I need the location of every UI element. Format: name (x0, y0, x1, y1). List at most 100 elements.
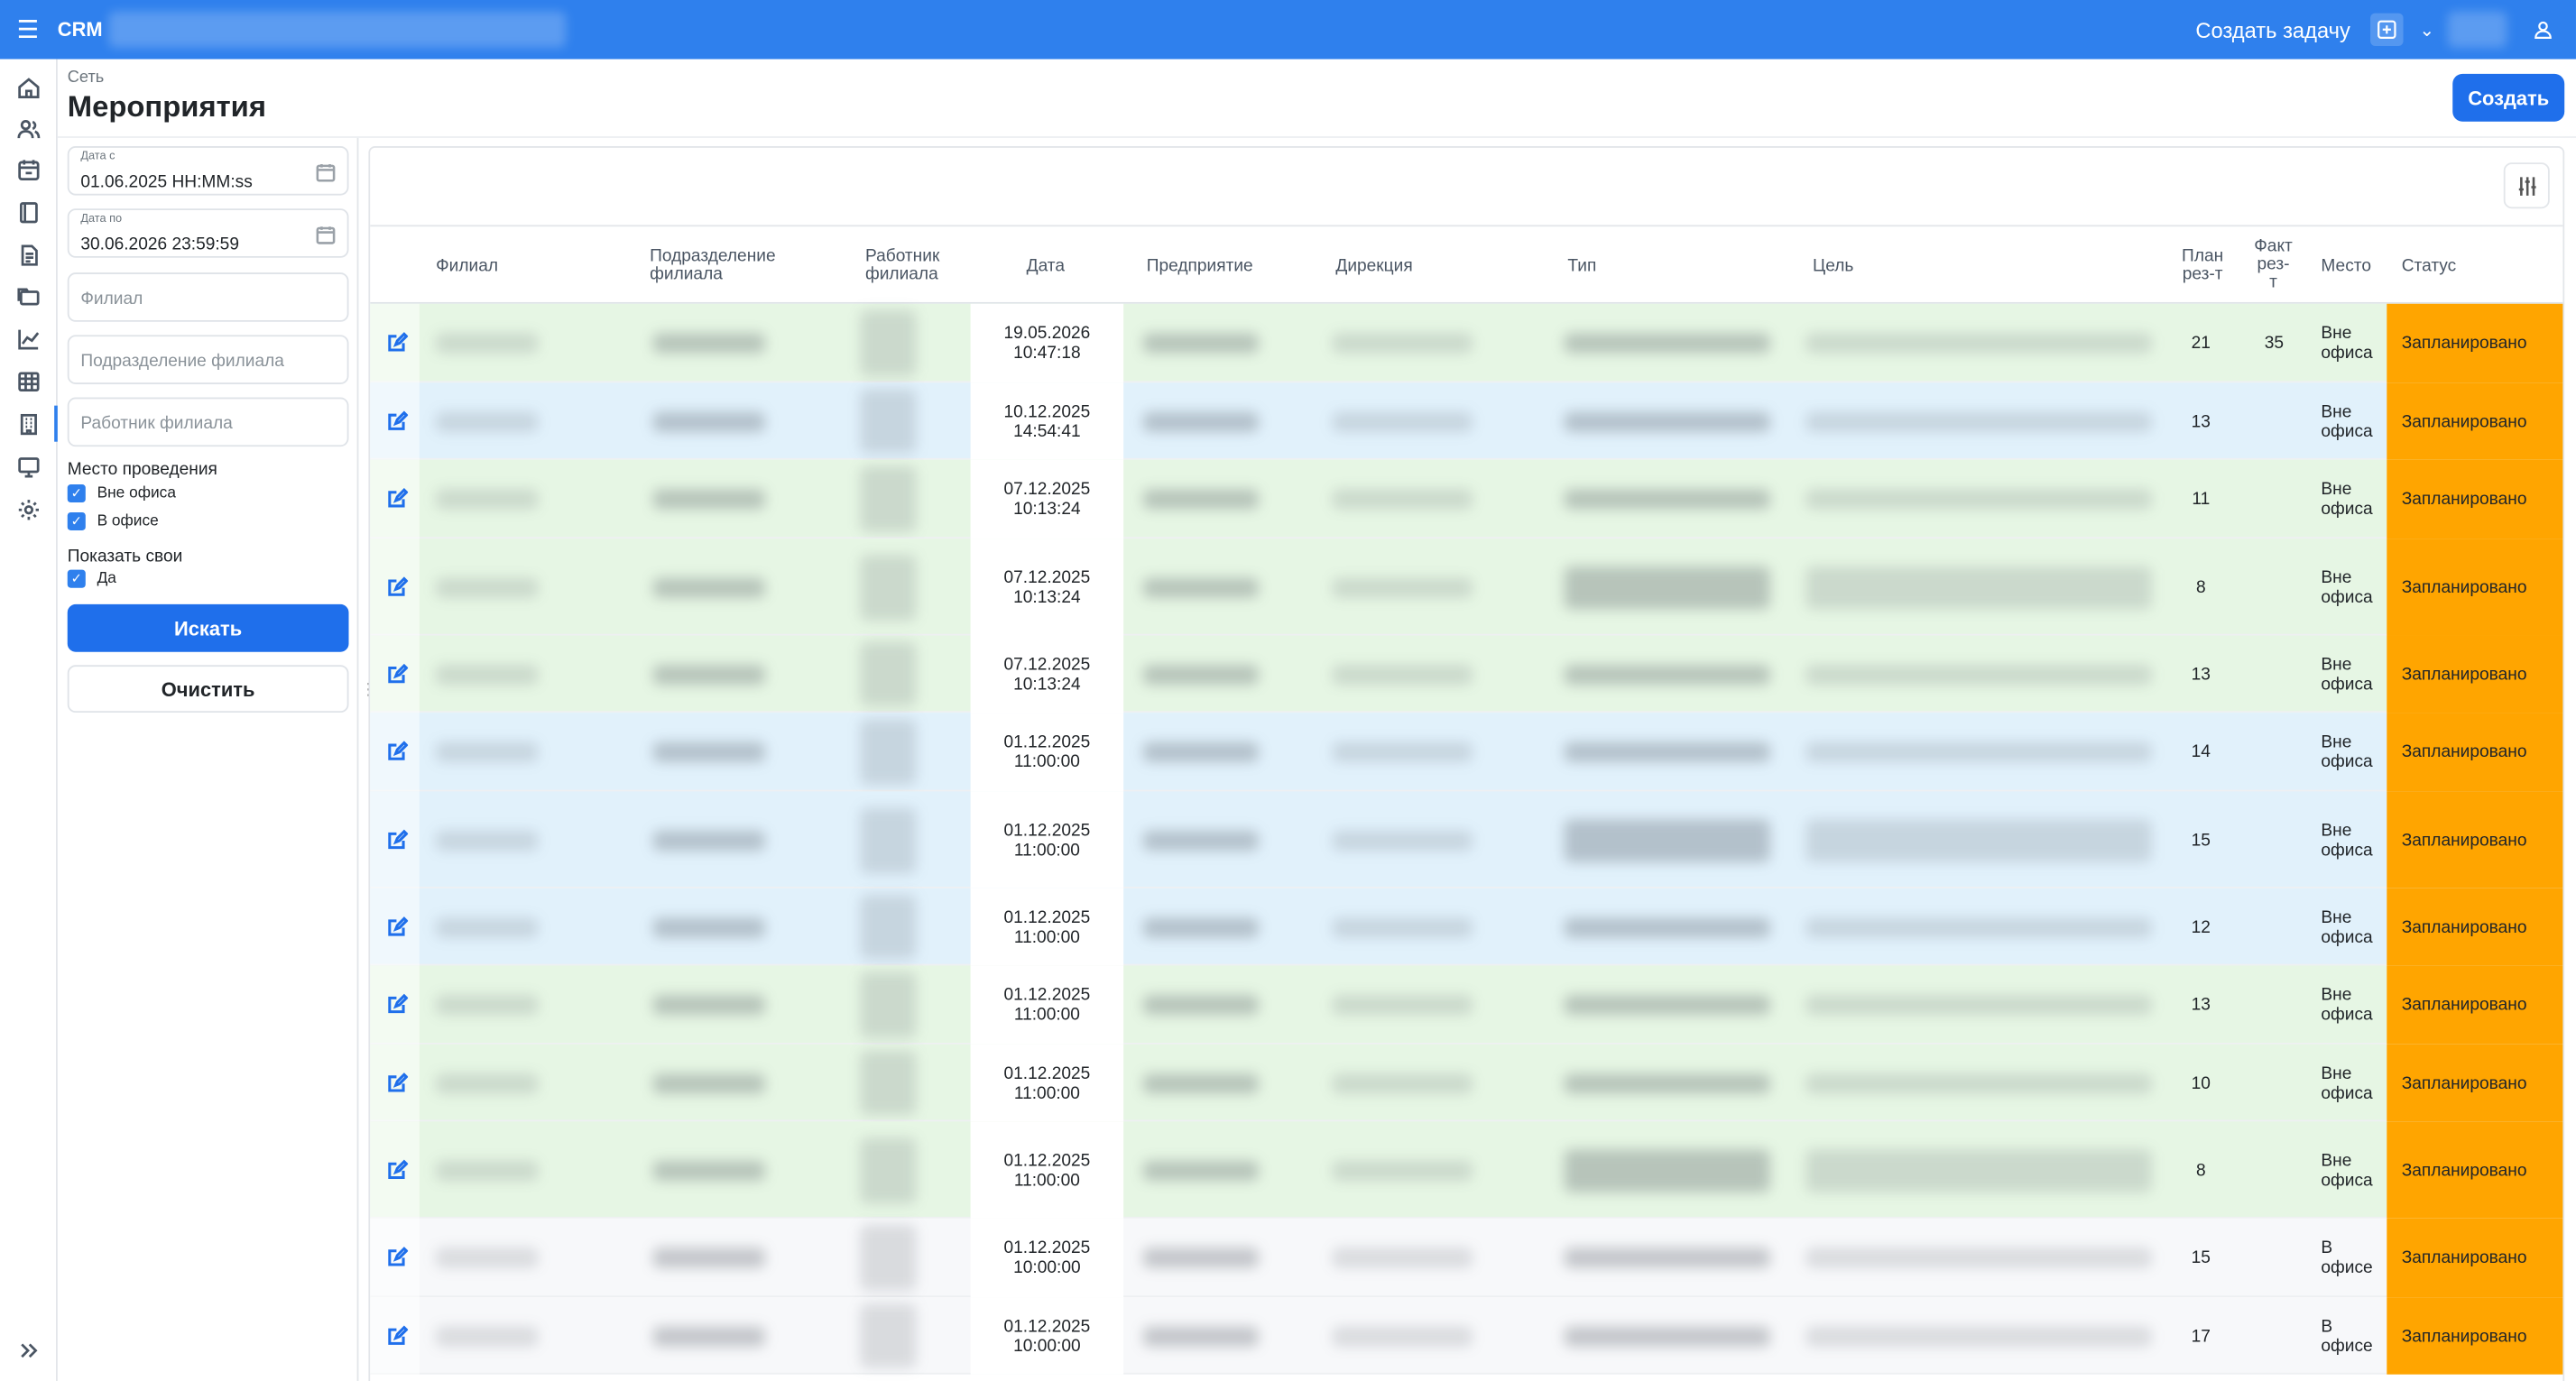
edit-icon[interactable] (386, 488, 409, 510)
col-goal[interactable]: Цель (1813, 257, 1853, 276)
table-row[interactable]: 07.12.2025 10:13:24 8 Вне офиса Запланировано (370, 539, 2563, 636)
table-row[interactable]: 10.12.2025 14:54:41 13 Вне офиса Запланирован… (370, 382, 2563, 460)
chart-line-icon[interactable] (14, 324, 43, 354)
calendar-icon[interactable] (316, 224, 336, 244)
edit-icon[interactable] (386, 663, 409, 685)
hamburger-icon[interactable]: ☰ (14, 14, 43, 44)
edit-icon[interactable] (386, 1159, 409, 1181)
edit-icon[interactable] (386, 993, 409, 1015)
check-icon[interactable]: ✓ (67, 569, 86, 588)
col-fact[interactable]: Факт рез-т (2247, 237, 2299, 292)
redacted-cell (436, 411, 539, 432)
breadcrumb[interactable]: Сеть (68, 69, 266, 87)
table-row[interactable]: 01.12.2025 11:00:00 13 Вне офиса Запланирован… (370, 965, 2563, 1045)
place-line: Вне (2321, 1063, 2352, 1084)
book-icon[interactable] (14, 197, 43, 226)
table-row[interactable]: 01.12.2025 11:00:00 12 Вне офиса Запланирован… (370, 888, 2563, 966)
table-row[interactable]: 19.05.2026 10:47:18 21 35 Вне офиса Запланиров… (370, 303, 2563, 383)
redacted-cell (436, 1161, 539, 1181)
edit-icon[interactable] (386, 410, 409, 432)
date-cell: 07.12.2025 10:13:24 (971, 568, 1124, 608)
col-type[interactable]: Тип (1567, 257, 1596, 276)
monitor-icon[interactable] (14, 452, 43, 482)
status-badge: Запланировано (2387, 303, 2563, 383)
edit-icon[interactable] (386, 332, 409, 354)
double-chevron-right-icon[interactable] (14, 1335, 43, 1365)
edit-icon[interactable] (386, 829, 409, 851)
checkbox-label: Вне офиса (97, 484, 176, 503)
date-cell: 01.12.2025 11:00:00 (971, 908, 1124, 948)
edit-icon[interactable] (386, 916, 409, 938)
table-row[interactable]: 01.12.2025 10:00:00 17 Вофисе Запланировано (370, 1297, 2563, 1375)
table-row[interactable]: 01.12.2025 11:00:00 15 Вне офиса Запланирован… (370, 791, 2563, 888)
checkbox-own-yes[interactable]: ✓ Да (67, 569, 116, 588)
users-icon[interactable] (14, 114, 43, 143)
gear-icon[interactable] (14, 494, 43, 524)
place-title: Место проведения (67, 459, 217, 480)
col-directorate[interactable]: Дирекция (1335, 257, 1412, 276)
edit-icon[interactable] (386, 576, 409, 598)
date-to-field[interactable]: Дата по 30.06.2026 23:59:59 (67, 208, 349, 258)
table-row[interactable]: 01.12.2025 10:00:00 15 Вофисе Запланировано (370, 1218, 2563, 1298)
checkbox-in-office[interactable]: ✓ В офисе (67, 511, 159, 530)
panel-resize-handle[interactable]: ⋮ (360, 682, 376, 709)
building-icon[interactable] (14, 409, 43, 438)
calendar-icon[interactable] (316, 161, 336, 182)
create-task-link[interactable]: Создать задачу (2195, 17, 2350, 41)
fact-cell: 35 (2264, 333, 2285, 354)
redacted-cell (1332, 1248, 1473, 1268)
col-branch[interactable]: Филиал (436, 257, 498, 276)
search-button[interactable]: Искать (67, 603, 349, 652)
col-place[interactable]: Место (2321, 257, 2371, 276)
time-value: 11:00:00 (1013, 927, 1080, 948)
redacted-cell (1143, 917, 1259, 938)
redacted-cell (1332, 333, 1473, 354)
plus-square-icon[interactable] (2369, 13, 2404, 46)
table-row[interactable]: 01.12.2025 11:00:00 8 Вне офиса Запланировано (370, 1121, 2563, 1219)
date-value: 01.12.2025 (1003, 732, 1091, 752)
page-header: Сеть Мероприятия (68, 69, 266, 124)
col-status[interactable]: Статус (2402, 257, 2457, 276)
redacted-cell (1805, 741, 2152, 762)
chevron-down-icon[interactable]: ⌄ (2419, 19, 2434, 41)
col-employee[interactable]: Работник филиала (865, 247, 939, 284)
edit-icon[interactable] (386, 1325, 409, 1347)
date-from-field[interactable]: Дата с 01.06.2025 HH:MM:ss (67, 146, 349, 196)
calendar-icon[interactable] (14, 154, 43, 184)
col-subdivision[interactable]: Подразделение филиала (650, 247, 775, 284)
clear-button[interactable]: Очистить (67, 665, 349, 714)
redacted-cell (1332, 995, 1473, 1016)
redacted-cell (1332, 1161, 1473, 1181)
col-date[interactable]: Дата (1027, 257, 1065, 276)
col-plan[interactable]: План рез-т (2173, 247, 2232, 284)
brand-logo[interactable]: CRM (58, 18, 103, 41)
place-line: Вне (2321, 323, 2352, 344)
time-value: 14:54:41 (1013, 421, 1081, 442)
table-row[interactable]: 07.12.2025 10:13:24 13 Вне офиса Запланирован… (370, 635, 2563, 714)
folders-icon[interactable] (14, 281, 43, 310)
place-line: офиса (2321, 421, 2373, 442)
checkbox-out-of-office[interactable]: ✓ Вне офиса (67, 484, 176, 503)
table-row[interactable]: 07.12.2025 10:13:24 11 Вне офиса Запланирован… (370, 459, 2563, 539)
redacted-cell (652, 411, 765, 432)
check-icon[interactable]: ✓ (67, 484, 86, 503)
user-icon[interactable] (2526, 14, 2559, 46)
column-settings-button[interactable] (2503, 162, 2550, 209)
edit-icon[interactable] (386, 1073, 409, 1094)
create-button[interactable]: Создать (2452, 73, 2565, 122)
home-icon[interactable] (14, 72, 43, 102)
edit-icon[interactable] (386, 1247, 409, 1268)
check-icon[interactable]: ✓ (67, 511, 86, 530)
subdivision-input[interactable]: Подразделение филиала (67, 335, 349, 384)
table-icon[interactable] (14, 366, 43, 396)
branch-input[interactable]: Филиал (67, 272, 349, 322)
employee-input[interactable]: Работник филиала (67, 397, 349, 447)
table-row[interactable]: 01.12.2025 11:00:00 10 Вне офиса Запланирован… (370, 1044, 2563, 1122)
edit-icon[interactable] (386, 741, 409, 762)
redacted-cell (1143, 577, 1259, 598)
document-icon[interactable] (14, 240, 43, 270)
table-row[interactable]: 01.12.2025 11:00:00 14 Вне офиса Запланирован… (370, 713, 2563, 792)
date-cell: 19.05.2026 10:47:18 (971, 324, 1124, 364)
col-enterprise[interactable]: Предприятие (1147, 257, 1253, 276)
date-value: 10.12.2025 (1003, 401, 1091, 422)
